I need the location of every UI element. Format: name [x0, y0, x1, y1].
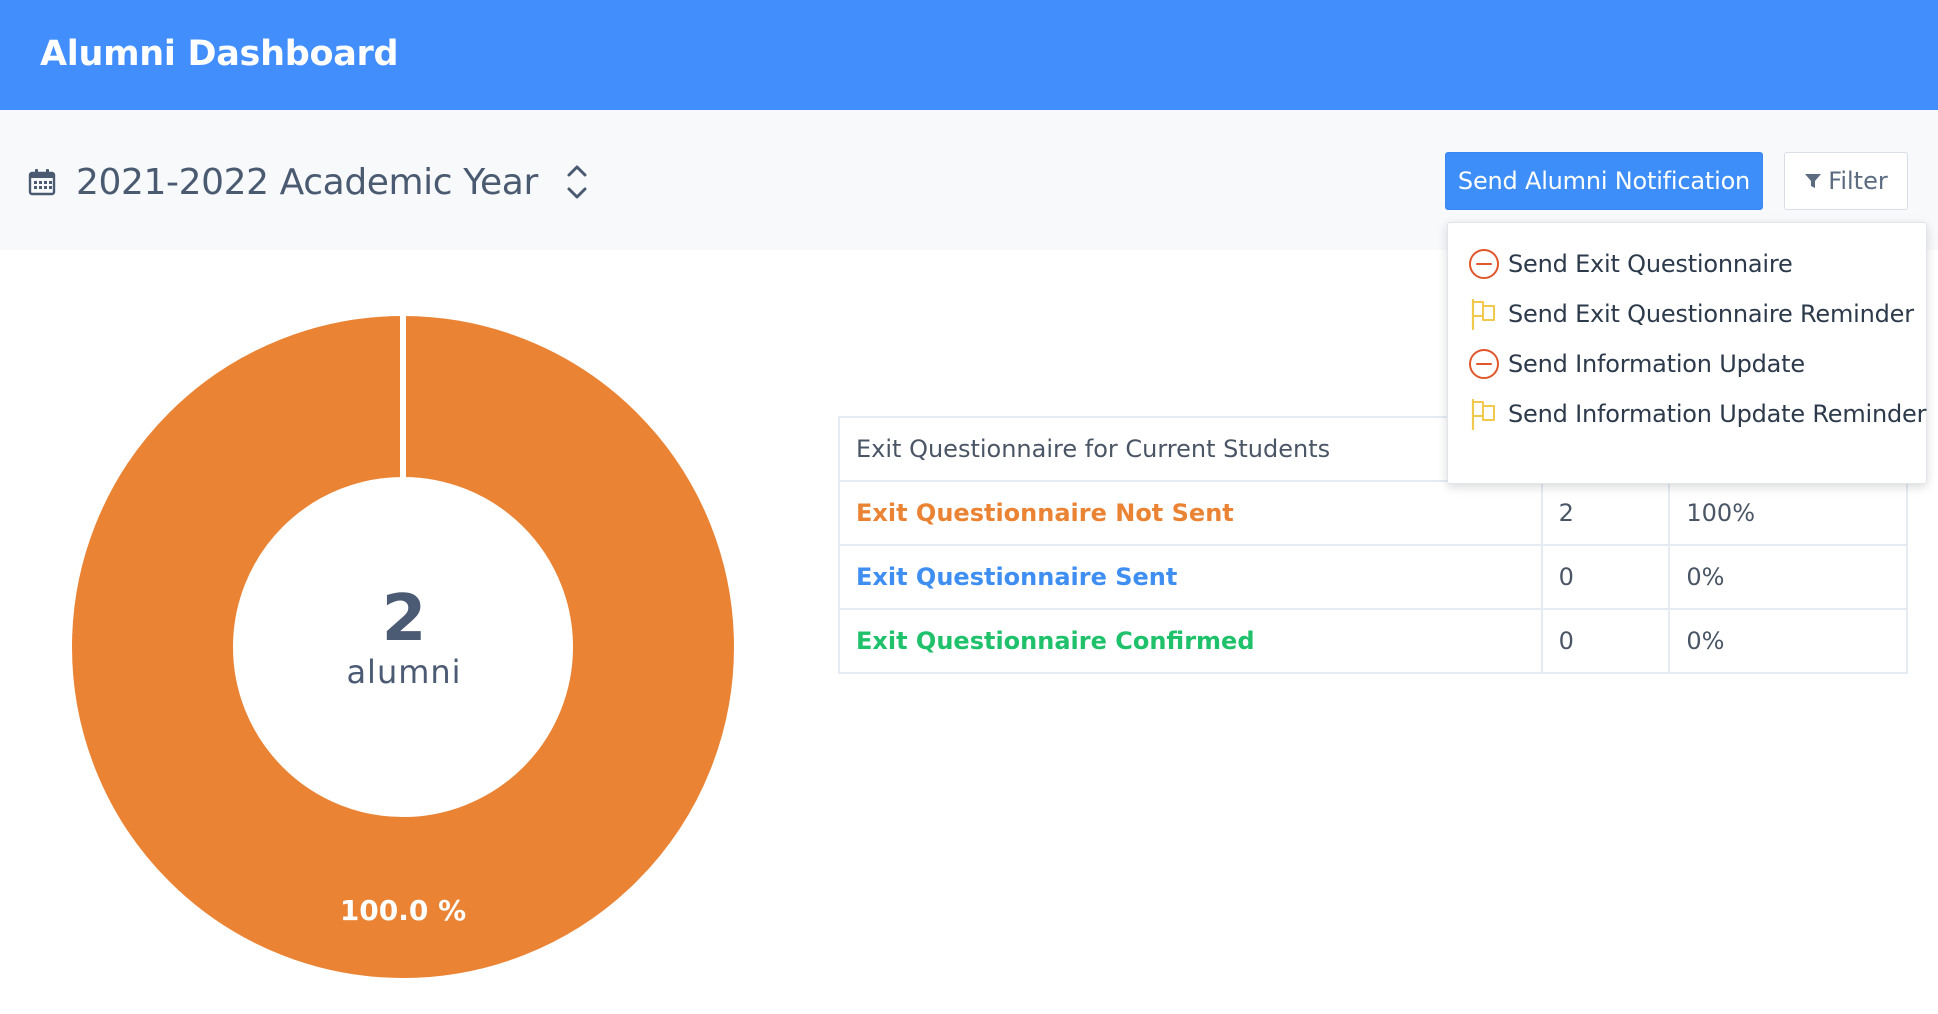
- row-percent: 0%: [1668, 544, 1908, 610]
- academic-year-selector[interactable]: 2021-2022 Academic Year: [28, 156, 590, 208]
- row-label-sent[interactable]: Exit Questionnaire Sent: [838, 544, 1543, 610]
- table-row: Exit Questionnaire Not Sent 2 100%: [838, 480, 1908, 546]
- menu-item-send-exit-questionnaire[interactable]: Send Exit Questionnaire: [1448, 239, 1926, 289]
- notification-dropdown-menu: Send Exit Questionnaire Send Exit Questi…: [1447, 222, 1927, 484]
- menu-item-send-information-update[interactable]: Send Information Update: [1448, 339, 1926, 389]
- menu-item-send-information-update-reminder[interactable]: Send Information Update Reminder: [1448, 389, 1926, 439]
- row-percent: 0%: [1668, 608, 1908, 674]
- send-alumni-notification-label: Send Alumni Notification: [1457, 167, 1751, 195]
- row-percent: 100%: [1668, 480, 1908, 546]
- flag-icon: [1471, 398, 1495, 430]
- chevron-up-down-icon[interactable]: [564, 161, 590, 203]
- alumni-unit-label: alumni: [346, 653, 462, 691]
- filter-label: Filter: [1828, 167, 1888, 195]
- row-label-confirmed[interactable]: Exit Questionnaire Confirmed: [838, 608, 1543, 674]
- row-count: 2: [1540, 480, 1671, 546]
- alumni-count: 2: [381, 582, 427, 656]
- menu-item-send-exit-questionnaire-reminder[interactable]: Send Exit Questionnaire Reminder: [1448, 289, 1926, 339]
- minus-circle-icon: [1469, 349, 1499, 379]
- table-header-cell: Exit Questionnaire for Current Students: [838, 416, 1543, 482]
- row-count: 0: [1540, 544, 1671, 610]
- donut-center-label: 2 alumni: [304, 584, 504, 690]
- filter-button[interactable]: Filter: [1784, 152, 1908, 210]
- send-alumni-notification-button[interactable]: Send Alumni Notification: [1445, 152, 1763, 210]
- table-row: Exit Questionnaire Confirmed 0 0%: [838, 608, 1908, 674]
- table-row: Exit Questionnaire Sent 0 0%: [838, 544, 1908, 610]
- page-title: Alumni Dashboard: [40, 34, 399, 74]
- donut-percent-label: 100.0 %: [339, 894, 467, 927]
- alumni-donut-chart: 2 alumni 100.0 %: [70, 314, 736, 980]
- top-header-bar: Alumni Dashboard: [0, 0, 1938, 110]
- menu-item-label: Send Information Update Reminder: [1508, 400, 1927, 428]
- row-label-not-sent[interactable]: Exit Questionnaire Not Sent: [838, 480, 1543, 546]
- row-count: 0: [1540, 608, 1671, 674]
- flag-icon: [1471, 298, 1495, 330]
- menu-item-label: Send Exit Questionnaire: [1508, 250, 1793, 278]
- calendar-icon: [28, 169, 56, 196]
- minus-circle-icon: [1469, 249, 1499, 279]
- menu-item-label: Send Exit Questionnaire Reminder: [1508, 300, 1914, 328]
- academic-year-label: 2021-2022 Academic Year: [76, 161, 538, 203]
- filter-icon: [1805, 174, 1822, 188]
- menu-item-label: Send Information Update: [1508, 350, 1805, 378]
